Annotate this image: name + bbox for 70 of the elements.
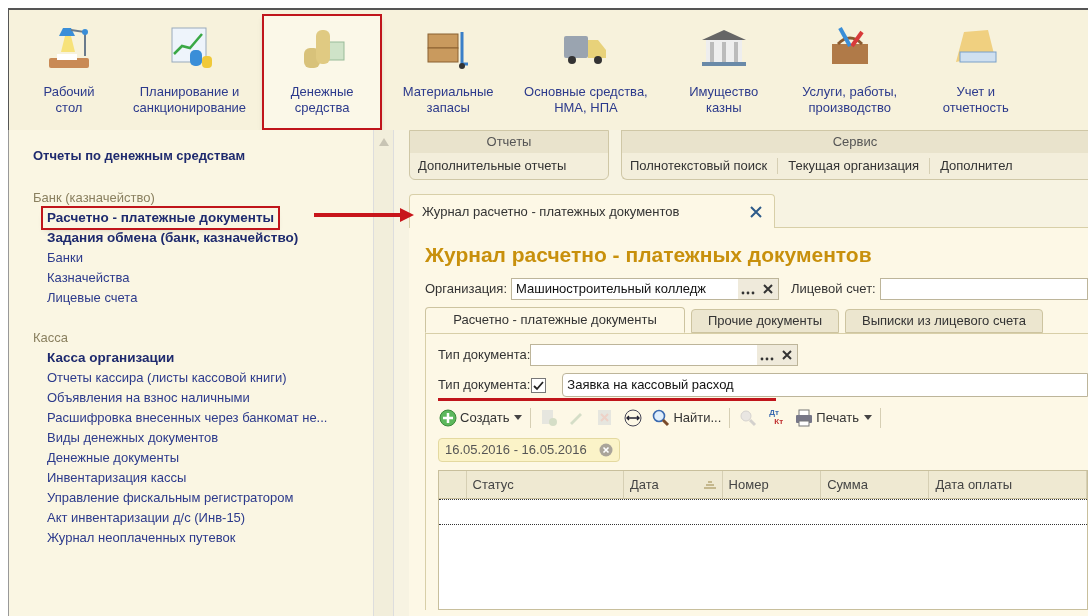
printer-icon [794, 408, 815, 428]
section-button[interactable]: Планирование и санкционирование [123, 14, 257, 130]
sidebar-item[interactable]: Задания обмена (банк, казначейство) [43, 227, 303, 248]
sidebar-item[interactable]: Виды денежных документов [43, 427, 223, 448]
sidebar-item[interactable]: Денежные документы [43, 447, 183, 468]
plus-icon [438, 408, 458, 428]
form-tab[interactable]: Прочие документы [691, 309, 840, 333]
caret-icon [863, 415, 872, 421]
form-tab[interactable]: Выписки из лицевого счета [845, 309, 1043, 333]
column-header[interactable]: Номер [722, 471, 822, 498]
section-button[interactable]: Услуги, работы, производство [789, 14, 910, 130]
sidebar-item[interactable]: Казначейства [43, 267, 134, 288]
checkbox[interactable] [531, 377, 547, 393]
sidebar-item[interactable]: Управление фискальным регистратором [43, 487, 298, 508]
column-header[interactable]: Дата оплаты [929, 471, 1087, 498]
sidebar-item[interactable]: Объявления на взнос наличными [43, 387, 254, 408]
sidebar-item[interactable]: Отчеты кассира (листы кассовой книги) [43, 367, 291, 388]
field-label: Тип документа: [438, 346, 531, 365]
form-tab[interactable]: Расчетно - платежные документы [425, 307, 685, 333]
column-header[interactable]: Статус [466, 471, 625, 498]
sort-icon [703, 480, 716, 489]
section-button[interactable]: Рабочий стол [21, 14, 117, 130]
clear-icon[interactable] [758, 279, 779, 299]
toolbar-button[interactable]: Найти... [651, 406, 722, 430]
column-header[interactable]: Сумма [821, 471, 930, 498]
debit-credit-icon[interactable]: Дт Кт [766, 408, 787, 428]
section-button[interactable]: Основные средства, НМА, НПА [514, 14, 658, 130]
sidebar-item[interactable]: Лицевые счета [43, 287, 142, 308]
swap-arrows-icon[interactable] [623, 408, 644, 428]
command-link[interactable]: Текущая организация [788, 156, 920, 176]
command-link[interactable]: Дополнител [940, 156, 1013, 176]
field-label: Тип документа: [438, 376, 531, 395]
sidebar-item[interactable]: Акт инвентаризации д/с (Инв-15) [43, 507, 250, 528]
field-label: Лицевой счет: [791, 280, 876, 299]
toolbar-button[interactable]: Печать [794, 406, 872, 430]
form-title: Журнал расчетно - платежных документов [425, 242, 872, 268]
command-link[interactable]: Дополнительные отчеты [418, 156, 567, 176]
sidebar-item[interactable]: Банки [43, 247, 87, 268]
command-link[interactable]: Полнотекстовый поиск [630, 156, 768, 176]
sidebar-item[interactable]: Расчетно - платежные документы [43, 207, 279, 228]
table-row[interactable] [439, 499, 1087, 525]
section-button[interactable]: Имущество казны [663, 14, 784, 130]
group-title: Сервис [622, 131, 1088, 153]
column-header[interactable]: Дата [624, 471, 723, 498]
sidebar-item[interactable]: Расшифровка внесенных через банкомат не... [43, 407, 332, 428]
ellipsis-icon[interactable] [738, 279, 759, 299]
section-button[interactable]: Учет и отчетность [915, 14, 1036, 130]
section-button[interactable]: Денежные средства [262, 14, 383, 130]
sidebar-item[interactable]: Журнал неоплаченных путевок [43, 527, 240, 548]
field-label: Организация: [425, 280, 508, 299]
sidebar-link[interactable]: Отчеты по денежным средствам [33, 146, 246, 166]
sidebar-item[interactable]: Касса организации [43, 347, 179, 368]
document-type-field[interactable] [530, 344, 799, 366]
organization-field[interactable]: Машиностроительный колледж [511, 278, 780, 300]
period-filter[interactable]: 16.05.2016 - 16.05.2016 [438, 438, 620, 462]
group-title: Отчеты [410, 131, 608, 153]
toolbar-button[interactable]: Создать [438, 406, 523, 430]
scroll-up-icon[interactable] [378, 138, 389, 146]
clear-icon[interactable] [777, 345, 798, 365]
document-tab[interactable]: Журнал расчетно - платежных документов [409, 194, 775, 228]
group-title: Банк (казначейство) [33, 188, 155, 207]
caret-icon [514, 415, 523, 421]
search-icon [651, 408, 672, 428]
section-button[interactable]: Материальные запасы [388, 14, 509, 130]
close-icon[interactable] [750, 205, 762, 218]
document-type-field[interactable]: Заявка на кассовый расход [562, 373, 1088, 397]
sidebar-item[interactable]: Инвентаризация кассы [43, 467, 191, 488]
ellipsis-icon[interactable] [757, 345, 778, 365]
group-title: Касса [33, 328, 69, 347]
account-field[interactable] [879, 278, 1088, 300]
